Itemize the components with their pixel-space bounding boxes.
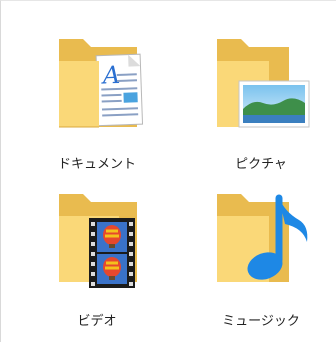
folder-label-documents: ドキュメント	[57, 157, 136, 172]
documents-folder-icon: A	[59, 39, 144, 128]
music-folder-icon	[217, 194, 308, 282]
file-explorer-view: A ドキュメント ピクチャ ビデオ ミュージック	[0, 0, 336, 342]
pictures-folder-icon	[217, 39, 310, 128]
folder-label-videos: ビデオ	[77, 314, 117, 329]
folder-item-videos[interactable]: ビデオ	[37, 186, 157, 336]
folder-item-pictures[interactable]: ピクチャ	[201, 31, 321, 181]
folder-item-documents[interactable]: A ドキュメント	[37, 31, 157, 181]
folder-label-music: ミュージック	[222, 314, 300, 329]
folder-label-pictures: ピクチャ	[235, 157, 287, 172]
folder-item-music[interactable]: ミュージック	[201, 186, 321, 336]
videos-folder-icon	[59, 194, 137, 288]
